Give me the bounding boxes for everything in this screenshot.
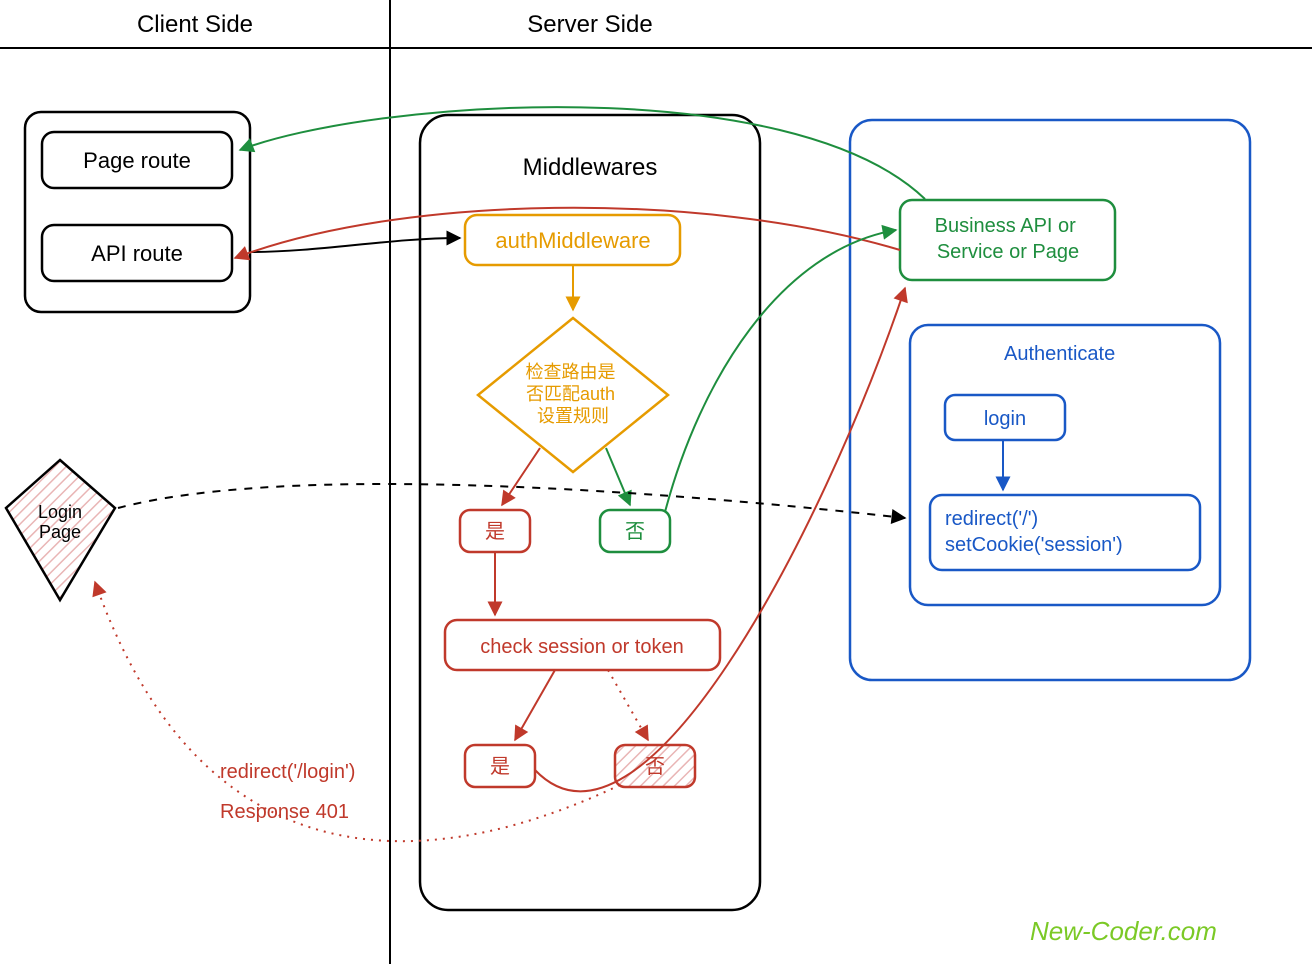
label-redirect-login: redirect('/login'): [220, 761, 355, 783]
watermark: New-Coder.com: [1030, 916, 1217, 946]
svg-text:LoginPage: LoginPage: [38, 502, 82, 542]
yes1-label: 是: [485, 521, 505, 543]
login-page-label-1: Login: [38, 502, 82, 522]
api-route-label: API route: [91, 241, 183, 266]
page-route-label: Page route: [83, 148, 191, 173]
label-response-401: Response 401: [220, 801, 349, 823]
business-label-l1: Business API or: [935, 215, 1077, 237]
auth-middleware-label: authMiddleware: [495, 228, 650, 253]
login-page-label-2: Page: [39, 522, 81, 542]
yes2-label: 是: [490, 756, 510, 778]
header-server: Server Side: [527, 11, 652, 38]
business-label-l2: Service or Page: [937, 241, 1079, 263]
check-session-label: check session or token: [480, 636, 683, 658]
authenticate-title: Authenticate: [1004, 343, 1115, 365]
redirect-box: [930, 495, 1200, 570]
decision-route-l2: 否匹配auth: [526, 384, 615, 404]
no1-label: 否: [625, 521, 645, 543]
decision-route-l1: 检查路由是: [525, 362, 615, 382]
business-box: [900, 200, 1115, 280]
decision-route-l3: 设置规则: [537, 406, 609, 426]
header-client: Client Side: [137, 11, 253, 38]
login-label: login: [984, 408, 1026, 430]
middlewares-title: Middlewares: [523, 154, 658, 181]
redirect-l1: redirect('/'): [945, 508, 1038, 530]
redirect-l2: setCookie('session'): [945, 534, 1123, 556]
login-page-diamond: LoginPage: [6, 460, 115, 600]
svg-text:检查路由是 否匹配auth 设置规则: 检查路由是 否匹配auth 设置规则: [525, 362, 620, 426]
